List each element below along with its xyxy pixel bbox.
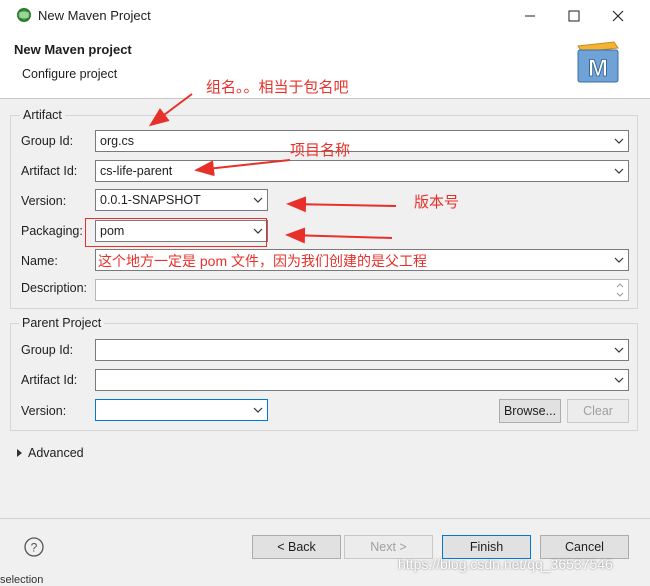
annotation-group-note: 组名。。相当于包名吧 <box>206 79 349 96</box>
annotation-version-note: 版本号 <box>414 194 460 211</box>
annotation-artifact-note: 项目名称 <box>290 142 351 159</box>
group-arrow <box>148 93 193 127</box>
watermark: https://blog.csdn.net/qq_36537546 <box>398 556 613 572</box>
artifact-arrow <box>194 159 291 177</box>
packaging-arrow <box>285 227 393 244</box>
bottom-cutoff-text: selection <box>0 574 44 586</box>
version-arrow <box>286 196 397 213</box>
annotation-name-note: 这个地方一定是 pom 文件，因为我们创建的是父工程 <box>98 253 428 269</box>
